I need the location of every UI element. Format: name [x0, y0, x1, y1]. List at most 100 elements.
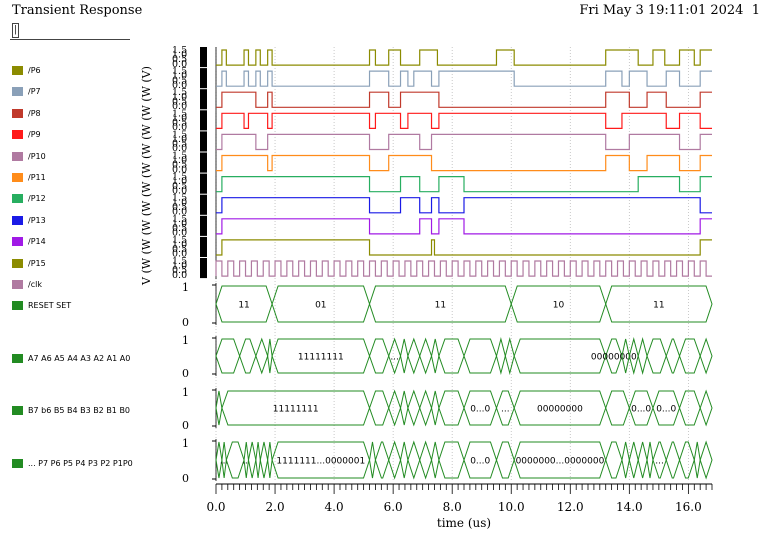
bus-tick-label-lo-2: 0	[182, 419, 189, 432]
bus-segment-3-23	[637, 441, 648, 479]
series-line-6	[216, 176, 712, 193]
bus-segment-2-2	[368, 390, 390, 426]
series-line-7	[216, 197, 712, 214]
strip-tickblock-6	[200, 173, 207, 194]
bus-segment-2-16	[699, 389, 713, 427]
strip-tickblock-2	[200, 89, 207, 110]
bus-segment-2-3	[388, 389, 402, 427]
series-line-0	[216, 49, 712, 66]
x-tick-label-3: 6.0	[384, 500, 403, 514]
strip-tickblock-3	[200, 110, 207, 131]
bus-segment-3-26	[665, 441, 681, 479]
bus-segment-2-15	[678, 390, 701, 426]
bus-segment-2-8	[438, 390, 465, 426]
bus-value-label-3-8: 1111111...0000001	[276, 457, 365, 467]
strip-tickblock-9	[200, 236, 207, 257]
bus-segment-3-14	[419, 440, 433, 480]
strip-tickblock-5	[200, 152, 207, 173]
series-line-1	[216, 70, 712, 87]
bus-segment-1-1	[239, 338, 257, 374]
bus-segment-2-4	[400, 390, 409, 426]
analog-ylabel: V (W (W (W (W (W (W (W (W (W (W (V)	[140, 66, 153, 286]
bus-segment-3-9	[369, 441, 376, 479]
bus-tick-label-hi-0: 1	[182, 281, 189, 294]
bus-segment-1-2	[255, 337, 269, 375]
bus-segment-3-16	[438, 441, 465, 479]
series-line-5	[216, 154, 712, 172]
bus-segment-3-12	[400, 441, 409, 479]
bus-segment-3-15	[431, 441, 440, 479]
x-tick-label-5: 10.0	[498, 500, 525, 514]
bus-value-label-3-17: 0...0	[470, 457, 490, 467]
bus-value-label-0-4: 11	[653, 301, 664, 311]
bus-value-label-2-10: ...	[501, 405, 510, 415]
bus-segment-1-3	[267, 338, 273, 374]
bus-segment-3-10	[374, 441, 390, 479]
bus-segment-3-28	[693, 441, 701, 479]
bus-segment-3-21	[621, 441, 630, 479]
strip-tickblock-7	[200, 194, 207, 215]
bus-tick-label-lo-1: 0	[182, 367, 189, 380]
bus-value-label-2-14: 0...0	[656, 405, 676, 415]
bus-segment-3-29	[699, 440, 713, 480]
bus-segment-1-12	[463, 338, 498, 374]
bus-tick-label-hi-3: 1	[182, 437, 189, 450]
bus-segment-3-7	[267, 441, 273, 479]
bus-value-label-3-19: 0000000...0000000	[516, 457, 605, 467]
x-tick-label-2: 4.0	[325, 500, 344, 514]
bus-segment-2-5	[407, 389, 421, 427]
bus-segment-1-11	[438, 338, 465, 374]
bus-segment-2-12	[605, 390, 630, 426]
bus-segment-3-13	[407, 440, 421, 480]
strip-tickblock-0	[200, 47, 207, 68]
bus-tick-label-hi-1: 1	[182, 334, 189, 347]
strip-tickblock-4	[200, 131, 207, 152]
bus-segment-2-7	[431, 390, 440, 426]
bus-value-label-2-11: 00000000	[537, 405, 583, 415]
bus-value-label-2-9: 0...0	[470, 405, 490, 415]
bus-segment-1-19	[637, 337, 648, 375]
bus-value-label-3-25: ...	[655, 457, 664, 467]
strip-tick-label-10-3: 0.0	[172, 270, 187, 281]
series-line-10	[215, 260, 712, 277]
bus-value-label-0-3: 10	[553, 301, 565, 311]
bus-segment-1-5	[368, 338, 390, 374]
series-line-8	[216, 218, 712, 235]
series-line-4	[216, 133, 712, 151]
bus-value-label-0-0: 11	[238, 301, 249, 311]
bus-value-label-2-13: 0...0	[631, 405, 651, 415]
bus-segment-3-11	[388, 440, 402, 480]
bus-segment-1-10	[431, 338, 440, 374]
x-tick-label-0: 0.0	[206, 500, 225, 514]
bus-segment-1-14	[504, 337, 515, 375]
bus-segment-1-9	[419, 337, 433, 375]
x-tick-label-7: 14.0	[616, 500, 643, 514]
bus-segment-3-22	[628, 441, 639, 479]
bus-segment-2-6	[419, 389, 433, 427]
bus-segment-3-18	[495, 441, 515, 479]
series-line-2	[216, 91, 712, 108]
bus-segment-1-22	[678, 338, 701, 374]
bus-segment-3-6	[259, 441, 269, 479]
bus-tick-label-lo-3: 0	[182, 472, 189, 485]
bus-segment-3-27	[678, 441, 695, 479]
bus-value-label-0-1: 01	[315, 301, 326, 311]
x-tick-label-4: 8.0	[443, 500, 462, 514]
bus-segment-1-21	[665, 338, 681, 374]
x-tick-label-8: 16.0	[675, 500, 702, 514]
bus-segment-2-0	[215, 390, 223, 426]
bus-value-label-1-6: ...	[390, 353, 399, 363]
bus-segment-1-13	[495, 337, 506, 375]
series-line-3	[216, 112, 712, 129]
strip-tickblock-10	[200, 258, 207, 279]
bus-value-label-2-1: 11111111	[273, 405, 319, 415]
x-tick-label-1: 2.0	[266, 500, 285, 514]
x-axis-label: time (us)	[437, 516, 491, 530]
bus-segment-1-20	[646, 338, 667, 374]
bus-segment-1-7	[400, 338, 409, 374]
bus-tick-label-lo-0: 0	[182, 316, 189, 329]
bus-segment-1-23	[699, 337, 713, 375]
strip-tickblock-1	[200, 68, 207, 89]
bus-value-label-1-4: 11111111	[298, 353, 344, 363]
x-tick-label-6: 12.0	[557, 500, 584, 514]
